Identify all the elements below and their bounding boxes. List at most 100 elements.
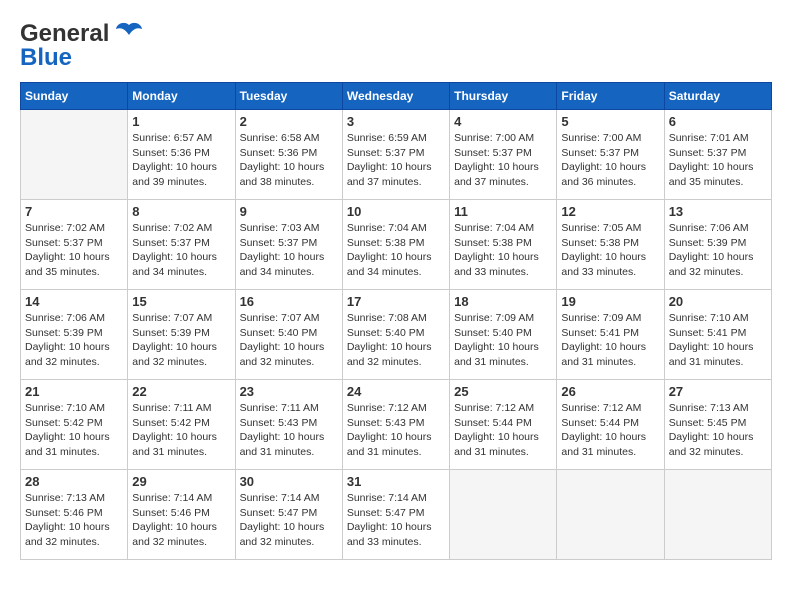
day-info: Sunrise: 7:03 AMSunset: 5:37 PMDaylight:… (240, 221, 338, 280)
calendar-cell: 25Sunrise: 7:12 AMSunset: 5:44 PMDayligh… (450, 380, 557, 470)
day-number: 26 (561, 384, 659, 399)
day-number: 24 (347, 384, 445, 399)
calendar-cell: 18 Sunrise: 7:09 AMSunset: 5:40 PMDayligh… (450, 290, 557, 380)
calendar-week-3: 14Sunrise: 7:06 AMSunset: 5:39 PMDayligh… (21, 290, 772, 380)
logo-blue: Blue (20, 44, 72, 72)
calendar-cell: 2 Sunrise: 6:58 AMSunset: 5:36 PMDaylight… (235, 110, 342, 200)
day-number: 23 (240, 384, 338, 399)
calendar-header-friday: Friday (557, 83, 664, 110)
day-number: 15 (132, 294, 230, 309)
day-number: 11 (454, 204, 552, 219)
calendar-cell: 7 Sunrise: 7:02 AMSunset: 5:37 PMDaylight… (21, 200, 128, 290)
day-info: Sunrise: 7:00 AMSunset: 5:37 PMDaylight:… (561, 131, 659, 190)
calendar-cell: 6Sunrise: 7:01 AMSunset: 5:37 PMDaylight… (664, 110, 771, 200)
day-number: 30 (240, 474, 338, 489)
calendar-header-saturday: Saturday (664, 83, 771, 110)
calendar-cell: 13 Sunrise: 7:06 AMSunset: 5:39 PMDayligh… (664, 200, 771, 290)
day-number: 9 (240, 204, 338, 219)
day-info: Sunrise: 7:02 AMSunset: 5:37 PMDaylight:… (132, 221, 230, 280)
day-info: Sunrise: 6:59 AMSunset: 5:37 PMDaylight:… (347, 131, 445, 190)
calendar-cell (21, 110, 128, 200)
calendar-cell: 22 Sunrise: 7:11 AMSunset: 5:42 PMDayligh… (128, 380, 235, 470)
day-info: Sunrise: 7:08 AMSunset: 5:40 PMDaylight:… (347, 311, 445, 370)
day-number: 1 (132, 114, 230, 129)
day-number: 31 (347, 474, 445, 489)
day-info: Sunrise: 7:09 AMSunset: 5:41 PMDaylight:… (561, 311, 659, 370)
calendar-cell: 15Sunrise: 7:07 AMSunset: 5:39 PMDayligh… (128, 290, 235, 380)
calendar-week-4: 21 Sunrise: 7:10 AMSunset: 5:42 PMDayligh… (21, 380, 772, 470)
calendar-cell: 4 Sunrise: 7:00 AMSunset: 5:37 PMDaylight… (450, 110, 557, 200)
day-info: Sunrise: 7:13 AMSunset: 5:46 PMDaylight:… (25, 491, 123, 550)
calendar-week-1: 1Sunrise: 6:57 AMSunset: 5:36 PMDaylight… (21, 110, 772, 200)
calendar-cell: 26 Sunrise: 7:12 AMSunset: 5:44 PMDayligh… (557, 380, 664, 470)
day-number: 22 (132, 384, 230, 399)
calendar-cell: 27Sunrise: 7:13 AMSunset: 5:45 PMDayligh… (664, 380, 771, 470)
day-number: 5 (561, 114, 659, 129)
day-number: 4 (454, 114, 552, 129)
calendar-cell: 29 Sunrise: 7:14 AMSunset: 5:46 PMDayligh… (128, 470, 235, 560)
calendar-header-wednesday: Wednesday (342, 83, 449, 110)
day-number: 10 (347, 204, 445, 219)
day-info: Sunrise: 7:12 AMSunset: 5:43 PMDaylight:… (347, 401, 445, 460)
day-info: Sunrise: 7:14 AMSunset: 5:47 PMDaylight:… (347, 491, 445, 550)
logo-bird-icon (115, 21, 143, 48)
calendar-header-sunday: Sunday (21, 83, 128, 110)
day-number: 25 (454, 384, 552, 399)
day-info: Sunrise: 6:58 AMSunset: 5:36 PMDaylight:… (240, 131, 338, 190)
calendar-cell: 30 Sunrise: 7:14 AMSunset: 5:47 PMDayligh… (235, 470, 342, 560)
day-number: 21 (25, 384, 123, 399)
calendar-header-thursday: Thursday (450, 83, 557, 110)
calendar-cell: 8 Sunrise: 7:02 AMSunset: 5:37 PMDaylight… (128, 200, 235, 290)
day-info: Sunrise: 7:11 AMSunset: 5:43 PMDaylight:… (240, 401, 338, 460)
day-number: 7 (25, 204, 123, 219)
day-info: Sunrise: 7:12 AMSunset: 5:44 PMDaylight:… (561, 401, 659, 460)
day-info: Sunrise: 7:14 AMSunset: 5:46 PMDaylight:… (132, 491, 230, 550)
day-info: Sunrise: 7:04 AMSunset: 5:38 PMDaylight:… (454, 221, 552, 280)
calendar-cell: 11 Sunrise: 7:04 AMSunset: 5:38 PMDayligh… (450, 200, 557, 290)
day-info: Sunrise: 7:13 AMSunset: 5:45 PMDaylight:… (669, 401, 767, 460)
day-info: Sunrise: 7:14 AMSunset: 5:47 PMDaylight:… (240, 491, 338, 550)
calendar-header-tuesday: Tuesday (235, 83, 342, 110)
day-number: 29 (132, 474, 230, 489)
day-number: 18 (454, 294, 552, 309)
day-number: 20 (669, 294, 767, 309)
day-number: 8 (132, 204, 230, 219)
day-info: Sunrise: 7:09 AMSunset: 5:40 PMDaylight:… (454, 311, 552, 370)
calendar-cell: 28 Sunrise: 7:13 AMSunset: 5:46 PMDayligh… (21, 470, 128, 560)
calendar-cell: 23 Sunrise: 7:11 AMSunset: 5:43 PMDayligh… (235, 380, 342, 470)
day-info: Sunrise: 7:04 AMSunset: 5:38 PMDaylight:… (347, 221, 445, 280)
day-info: Sunrise: 7:00 AMSunset: 5:37 PMDaylight:… (454, 131, 552, 190)
calendar-cell: 21 Sunrise: 7:10 AMSunset: 5:42 PMDayligh… (21, 380, 128, 470)
calendar-header-monday: Monday (128, 83, 235, 110)
calendar-cell: 19 Sunrise: 7:09 AMSunset: 5:41 PMDayligh… (557, 290, 664, 380)
day-number: 17 (347, 294, 445, 309)
day-number: 14 (25, 294, 123, 309)
day-number: 2 (240, 114, 338, 129)
day-info: Sunrise: 7:01 AMSunset: 5:37 PMDaylight:… (669, 131, 767, 190)
day-number: 3 (347, 114, 445, 129)
calendar-cell: 20 Sunrise: 7:10 AMSunset: 5:41 PMDayligh… (664, 290, 771, 380)
calendar-week-5: 28 Sunrise: 7:13 AMSunset: 5:46 PMDayligh… (21, 470, 772, 560)
day-info: Sunrise: 7:11 AMSunset: 5:42 PMDaylight:… (132, 401, 230, 460)
calendar-cell: 5 Sunrise: 7:00 AMSunset: 5:37 PMDaylight… (557, 110, 664, 200)
calendar-cell: 14Sunrise: 7:06 AMSunset: 5:39 PMDayligh… (21, 290, 128, 380)
day-number: 28 (25, 474, 123, 489)
day-number: 13 (669, 204, 767, 219)
day-info: Sunrise: 7:06 AMSunset: 5:39 PMDaylight:… (669, 221, 767, 280)
page-header: General Blue (20, 20, 772, 72)
day-number: 12 (561, 204, 659, 219)
calendar-cell (557, 470, 664, 560)
day-info: Sunrise: 7:05 AMSunset: 5:38 PMDaylight:… (561, 221, 659, 280)
calendar-body: 1Sunrise: 6:57 AMSunset: 5:36 PMDaylight… (21, 110, 772, 560)
day-number: 16 (240, 294, 338, 309)
calendar-cell: 1Sunrise: 6:57 AMSunset: 5:36 PMDaylight… (128, 110, 235, 200)
day-info: Sunrise: 7:10 AMSunset: 5:41 PMDaylight:… (669, 311, 767, 370)
calendar-cell (664, 470, 771, 560)
calendar-cell: 17 Sunrise: 7:08 AMSunset: 5:40 PMDayligh… (342, 290, 449, 380)
day-number: 19 (561, 294, 659, 309)
day-info: Sunrise: 7:02 AMSunset: 5:37 PMDaylight:… (25, 221, 123, 280)
calendar-cell: 9 Sunrise: 7:03 AMSunset: 5:37 PMDaylight… (235, 200, 342, 290)
day-info: Sunrise: 7:10 AMSunset: 5:42 PMDaylight:… (25, 401, 123, 460)
logo: General Blue (20, 20, 143, 72)
calendar-week-2: 7 Sunrise: 7:02 AMSunset: 5:37 PMDaylight… (21, 200, 772, 290)
